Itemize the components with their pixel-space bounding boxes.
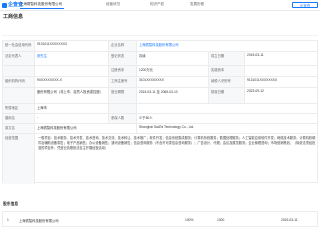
header-divider [0, 10, 320, 11]
table-row: 组织机构代码 9XXXXXXXXX-X 工商注册号 3101XXXXXXXX 纳… [3, 77, 317, 88]
row-label: 经营范围 [3, 134, 35, 184]
row-value: 上海赛智科技股份有限公司 [35, 124, 137, 133]
row-value [245, 66, 319, 76]
tab-bar: 上海赛智科技股份有限公司 经营状况 知识产权 发展历程 [18, 0, 258, 10]
shareholder-percent: 100% [185, 218, 194, 222]
shareholder-name-link[interactable]: 上海赛智科技股份有限公司 [19, 218, 59, 223]
row-label: 英文名 [3, 124, 35, 133]
shareholders-title: 股东信息 [3, 202, 19, 206]
row-label: 参保人数 [109, 114, 137, 123]
row-value: 2023-09-12 [247, 89, 264, 93]
row-label: 登记状态 [109, 52, 137, 65]
row-label [3, 66, 35, 76]
row-label: 成立日期 [209, 52, 245, 65]
row-value [35, 66, 109, 76]
business-scope-text: 一般项目：技术服务、技术开发、技术咨询、技术交流、技术转让、技术推广；软件开发；… [38, 136, 316, 150]
row-value: 3101XXXXXXXX [137, 77, 209, 87]
shareholders-table: 1 上海赛智科技股份有限公司 100% 1000 2015-03-11 [2, 211, 318, 227]
table-row: 法定代表人 张先生 登记状态 存续 成立日期 2015-03-11 [3, 52, 317, 66]
row-value: 2015-03-11 [247, 53, 264, 57]
table-row: 注册资本 1200万元 实缴资本 [3, 66, 317, 77]
company-link[interactable]: 上海赛智科技股份有限公司 [137, 41, 319, 51]
row-label: 统一社会信用代码 [3, 41, 35, 51]
row-value: 存续 [137, 52, 209, 65]
tab-history[interactable]: 发展历程 [190, 2, 204, 7]
row-value: 少于50人 [139, 116, 153, 120]
section-title: 工商信息 [3, 14, 24, 20]
row-value: 1200万元 [137, 66, 209, 76]
table-row: 统一社会信用代码 9131011XXXXXXXX 企业名称 上海赛智科技股份有限… [3, 41, 317, 52]
row-value: 股份有限公司（非上市、自然人投资或控股） [35, 88, 109, 103]
row-label: 所属地区 [3, 104, 35, 113]
shareholder-date: 2015-03-11 [281, 218, 298, 222]
row-value: - [35, 114, 109, 123]
tab-company[interactable]: 上海赛智科技股份有限公司 [20, 2, 62, 7]
row-label: 核准日期 [209, 88, 245, 103]
row-label: 实缴资本 [209, 66, 245, 76]
logo-icon [2, 3, 7, 8]
legal-rep-link[interactable]: 张先生 [35, 52, 109, 65]
row-label: 组织机构代码 [3, 77, 35, 87]
row-label: 法定代表人 [3, 52, 35, 65]
brand-logo[interactable]: 企查查 [2, 2, 23, 9]
row-value: 9131011XXXXXXXX [35, 41, 109, 51]
tab-ip[interactable]: 知识产权 [150, 2, 164, 7]
row-value: 上海市 [35, 104, 109, 113]
tab-operations[interactable]: 经营状况 [106, 2, 120, 7]
table-row: 所属地区 上海市 [3, 104, 317, 114]
row-label [109, 104, 137, 113]
table-row: 曾用名 - 参保人数 少于50人 [3, 114, 317, 124]
table-row: 英文名 上海赛智科技股份有限公司 Shanghai SaiZhi Technol… [3, 124, 317, 134]
business-scope-row: 经营范围 一般项目：技术服务、技术开发、技术咨询、技术交流、技术转让、技术推广；… [3, 134, 317, 184]
table-row: 股份有限公司（非上市、自然人投资或控股） 营业期限 2015-03-11 至 2… [3, 88, 317, 104]
shareholder-index: 1 [7, 218, 9, 222]
business-info-table: 统一社会信用代码 9131011XXXXXXXX 企业名称 上海赛智科技股份有限… [2, 40, 318, 184]
row-value: 9131011XXXXXXXX [247, 78, 278, 82]
row-value: 2015-03-11 至 2065-03-10 [137, 88, 209, 103]
row-label: 工商注册号 [109, 77, 137, 87]
business-scope: 一般项目：技术服务、技术开发、技术咨询、技术交流、技术转让、技术推广；软件开发；… [35, 134, 319, 184]
row-value [137, 104, 319, 113]
shareholder-amount: 1000 [217, 218, 225, 222]
row-value: Shanghai SaiZhi Technology Co., Ltd. [139, 125, 195, 129]
row-label: 纳税人识别号 [209, 77, 245, 87]
app-button[interactable]: 企查查 [292, 2, 318, 8]
row-label: 曾用名 [3, 114, 35, 123]
section-divider [2, 35, 318, 36]
tab-underline [20, 8, 64, 9]
row-label: 企业名称 [109, 41, 137, 51]
row-label: 注册资本 [109, 66, 137, 76]
row-value: 9XXXXXXXXX-X [35, 77, 109, 87]
row-label [3, 88, 35, 103]
row-label: 营业期限 [109, 88, 137, 103]
